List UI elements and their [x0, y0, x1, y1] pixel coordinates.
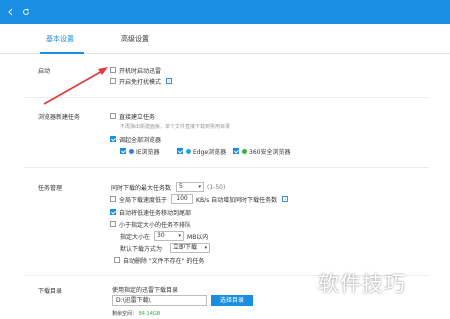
watermark-text: 软件技巧: [318, 272, 406, 296]
